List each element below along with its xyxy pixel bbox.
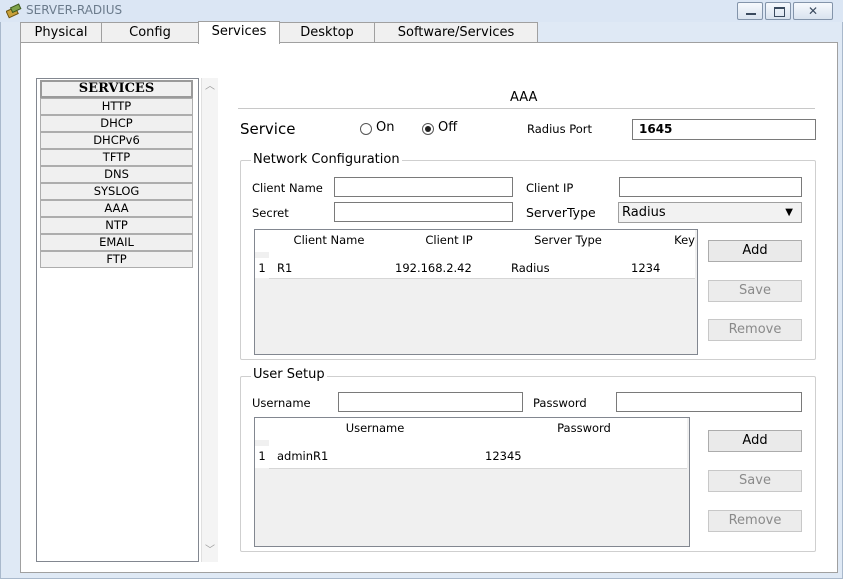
services-header: SERVICES bbox=[40, 80, 193, 98]
service-item-dns[interactable]: DNS bbox=[40, 166, 193, 183]
radio-selected-dot bbox=[425, 126, 431, 132]
column-header-password[interactable]: Password bbox=[481, 418, 687, 440]
password-label: Password bbox=[533, 396, 587, 410]
service-item-dhcp[interactable]: DHCP bbox=[40, 115, 193, 132]
user-setup-legend: User Setup bbox=[251, 367, 327, 382]
tab-strip: Physical Config Services Desktop Softwar… bbox=[20, 21, 838, 44]
secret-input[interactable] bbox=[334, 202, 513, 222]
remove-user-button[interactable]: Remove bbox=[708, 510, 802, 532]
aaa-title: AAA bbox=[510, 90, 538, 105]
title-bar: SERVER-RADIUS ✕ bbox=[0, 0, 843, 22]
tab-desktop[interactable]: Desktop bbox=[279, 22, 375, 43]
maximize-icon bbox=[774, 7, 785, 17]
service-item-email[interactable]: EMAIL bbox=[40, 234, 193, 251]
column-header-key[interactable]: Key bbox=[627, 230, 695, 252]
close-icon: ✕ bbox=[808, 4, 819, 18]
add-user-button[interactable]: Add bbox=[708, 430, 802, 452]
server-type-label: ServerType bbox=[526, 205, 596, 220]
close-button[interactable]: ✕ bbox=[793, 2, 833, 20]
table-corner bbox=[255, 230, 269, 252]
services-scrollbar[interactable]: ︿ ﹀ bbox=[201, 78, 218, 562]
services-list: SERVICES HTTP DHCP DHCPv6 TFTP DNS SYSLO… bbox=[36, 78, 199, 562]
service-item-syslog[interactable]: SYSLOG bbox=[40, 183, 193, 200]
service-item-aaa[interactable]: AAA bbox=[40, 200, 193, 217]
tab-software-services[interactable]: Software/Services bbox=[374, 22, 538, 43]
column-header-client-name[interactable]: Client Name bbox=[269, 230, 389, 252]
tab-config[interactable]: Config bbox=[101, 22, 199, 43]
chevron-down-icon: ▼ bbox=[785, 207, 793, 218]
client-ip-label: Client IP bbox=[526, 181, 574, 195]
column-header-server-type[interactable]: Server Type bbox=[509, 230, 627, 252]
service-item-tftp[interactable]: TFTP bbox=[40, 149, 193, 166]
row-number: 1 bbox=[255, 446, 269, 468]
service-on-label: On bbox=[376, 120, 395, 135]
cell-client-ip[interactable]: 192.168.2.42 bbox=[389, 258, 509, 278]
column-header-client-ip[interactable]: Client IP bbox=[389, 230, 509, 252]
service-on-radio[interactable] bbox=[360, 123, 372, 135]
server-app-icon bbox=[5, 3, 22, 19]
client-name-label: Client Name bbox=[252, 181, 323, 195]
service-off-radio[interactable] bbox=[422, 123, 434, 135]
server-type-select[interactable]: Radius ▼ bbox=[618, 202, 802, 223]
row-divider bbox=[269, 278, 695, 279]
username-input[interactable] bbox=[338, 392, 523, 412]
network-configuration-legend: Network Configuration bbox=[251, 152, 402, 167]
password-input[interactable] bbox=[616, 392, 802, 412]
radius-port-label: Radius Port bbox=[527, 122, 593, 136]
remove-client-button[interactable]: Remove bbox=[708, 319, 802, 341]
service-off-label: Off bbox=[438, 120, 458, 135]
server-type-value: Radius bbox=[622, 205, 666, 220]
save-client-button[interactable]: Save bbox=[708, 280, 802, 302]
service-item-ftp[interactable]: FTP bbox=[40, 251, 193, 268]
service-item-ntp[interactable]: NTP bbox=[40, 217, 193, 234]
service-item-http[interactable]: HTTP bbox=[40, 98, 193, 115]
service-item-dhcpv6[interactable]: DHCPv6 bbox=[40, 132, 193, 149]
cell-username[interactable]: adminR1 bbox=[269, 446, 481, 468]
scroll-up-icon[interactable]: ︿ bbox=[205, 82, 215, 92]
row-divider bbox=[269, 468, 687, 469]
cell-key[interactable]: 1234 bbox=[627, 258, 695, 278]
save-user-button[interactable]: Save bbox=[708, 470, 802, 492]
tab-physical[interactable]: Physical bbox=[20, 22, 102, 43]
column-header-username[interactable]: Username bbox=[269, 418, 481, 440]
tab-services[interactable]: Services bbox=[198, 21, 280, 44]
maximize-button[interactable] bbox=[765, 2, 791, 20]
table-corner bbox=[255, 418, 269, 440]
minimize-icon bbox=[746, 13, 756, 15]
window-title: SERVER-RADIUS bbox=[26, 3, 123, 17]
add-client-button[interactable]: Add bbox=[708, 240, 802, 262]
users-table: Username Password 1 adminR1 12345 bbox=[254, 417, 690, 547]
cell-client-name[interactable]: R1 bbox=[269, 258, 389, 278]
title-divider bbox=[238, 108, 815, 109]
row-spacer bbox=[269, 252, 695, 258]
radius-port-input[interactable]: 1645 bbox=[632, 119, 816, 140]
secret-label: Secret bbox=[252, 206, 289, 220]
minimize-button[interactable] bbox=[737, 2, 763, 20]
scroll-down-icon[interactable]: ﹀ bbox=[205, 546, 215, 556]
cell-server-type[interactable]: Radius bbox=[509, 258, 627, 278]
username-label: Username bbox=[252, 396, 311, 410]
service-label: Service bbox=[240, 120, 296, 138]
client-name-input[interactable] bbox=[334, 177, 513, 197]
row-number: 1 bbox=[255, 258, 269, 278]
cell-password[interactable]: 12345 bbox=[481, 446, 687, 468]
client-ip-input[interactable] bbox=[619, 177, 802, 197]
clients-table: Client Name Client IP Server Type Key 1 … bbox=[254, 229, 698, 355]
